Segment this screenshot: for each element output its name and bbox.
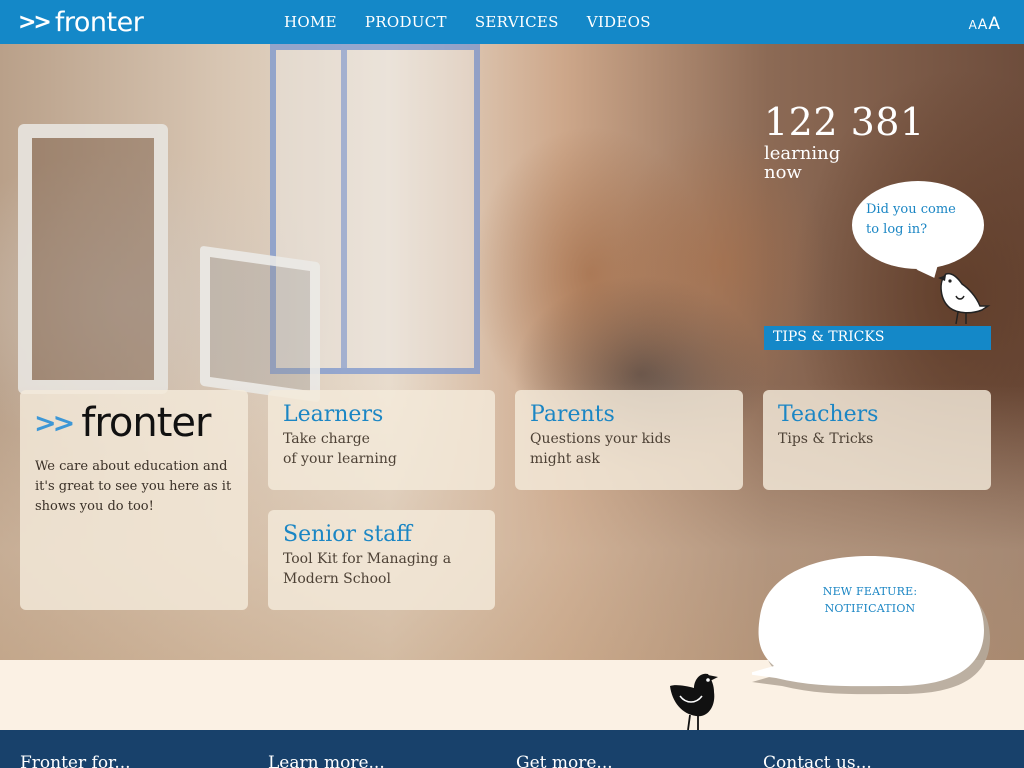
card-desc-line2: of your learning [283, 451, 397, 467]
black-bird-icon [670, 673, 718, 731]
text-size-control[interactable]: A A A [968, 14, 1000, 34]
card-desc-line2: Modern School [283, 571, 391, 587]
card-desc-line1: Take charge [283, 431, 370, 447]
white-bird-icon [938, 272, 991, 325]
brand-card: >> fronter We care about education and i… [20, 390, 248, 610]
nav-home[interactable]: HOME [270, 13, 351, 31]
footer-contact-us[interactable]: Contact us... [763, 752, 872, 768]
laptop-shape [200, 245, 320, 403]
nav-product[interactable]: PRODUCT [351, 13, 461, 31]
brand-about-text: We care about education and it's great t… [35, 459, 232, 514]
site-logo[interactable]: >> fronter [18, 6, 144, 38]
card-desc-line1: Tips & Tricks [778, 431, 874, 447]
text-size-small[interactable]: A [969, 18, 977, 32]
nav-videos[interactable]: VIDEOS [573, 13, 665, 31]
footer: Fronter for... Learn more... Get more...… [0, 730, 1024, 768]
login-bubble-line1: Did you come [866, 202, 956, 217]
brand-logo-text: fronter [81, 400, 211, 446]
login-speech-bubble[interactable]: Did you come to log in? [852, 181, 984, 269]
login-bubble-line2: to log in? [866, 222, 928, 237]
card-learners[interactable]: Learners Take charge of your learning [268, 390, 495, 490]
card-title: Learners [283, 402, 384, 427]
tips-and-tricks-bar[interactable]: TIPS & TRICKS [764, 326, 991, 350]
learners-online-counter: 122 381 learning now [764, 100, 925, 182]
card-desc-line1: Tool Kit for Managing a [283, 551, 452, 567]
footer-get-more[interactable]: Get more... [516, 752, 613, 768]
footer-fronter-for[interactable]: Fronter for... [20, 752, 131, 768]
counter-number: 122 381 [764, 100, 925, 144]
card-senior-staff[interactable]: Senior staff Tool Kit for Managing a Mod… [268, 510, 495, 610]
card-title: Parents [530, 402, 615, 427]
logo-text: fronter [54, 6, 144, 38]
laptop-shape [18, 124, 168, 394]
top-navigation-bar: >> fronter HOME PRODUCT SERVICES VIDEOS … [0, 0, 1024, 44]
counter-label-line2: now [764, 162, 802, 183]
brand-logo-chevrons: >> [34, 407, 75, 439]
card-teachers[interactable]: Teachers Tips & Tricks [763, 390, 991, 490]
brand-logo: >> fronter [34, 400, 211, 446]
card-desc-line1: Questions your kids [530, 431, 671, 447]
card-title: Senior staff [283, 522, 412, 547]
footer-learn-more[interactable]: Learn more... [268, 752, 385, 768]
card-title: Teachers [778, 402, 879, 427]
counter-label-line1: learning [764, 143, 841, 164]
text-size-large[interactable]: A [988, 14, 1000, 34]
feature-line1: NEW FEATURE: [822, 585, 918, 598]
card-desc-line2: might ask [530, 451, 600, 467]
new-feature-text[interactable]: NEW FEATURE: NOTIFICATION [795, 583, 945, 617]
card-parents[interactable]: Parents Questions your kids might ask [515, 390, 743, 490]
nav-services[interactable]: SERVICES [461, 13, 573, 31]
new-feature-speech-bubble[interactable] [752, 554, 990, 700]
logo-chevrons: >> [18, 9, 52, 35]
text-size-medium[interactable]: A [978, 17, 988, 33]
feature-line2: NOTIFICATION [824, 602, 916, 615]
main-nav: HOME PRODUCT SERVICES VIDEOS [270, 0, 665, 44]
